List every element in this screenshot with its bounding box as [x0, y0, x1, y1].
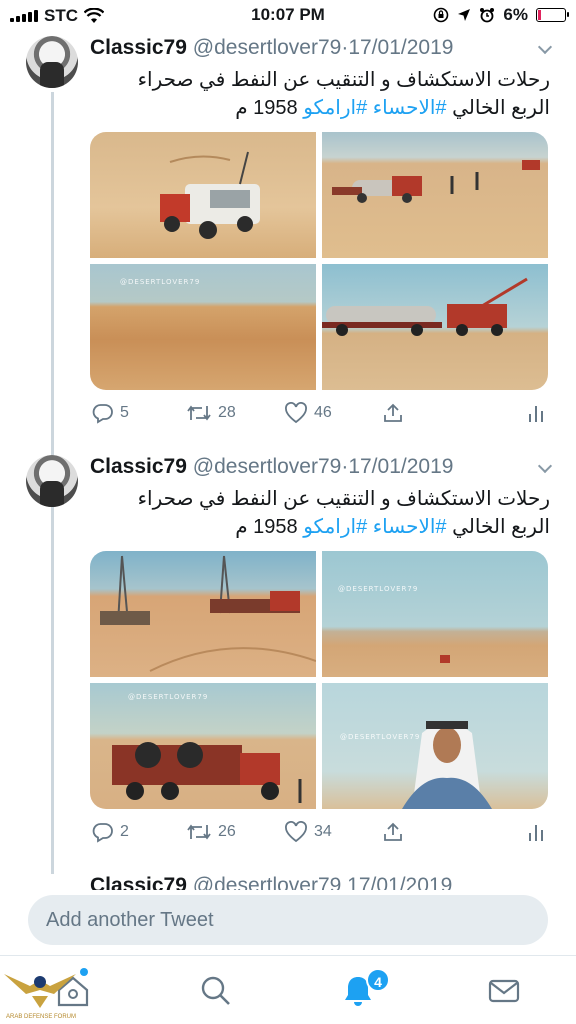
media-grid[interactable]: @DESERTLOVER79	[90, 132, 548, 390]
alarm-icon	[480, 8, 495, 23]
user-handle[interactable]: @desertlover79	[193, 36, 342, 59]
status-right: 6%	[433, 5, 569, 25]
tweet-text-prefix: الربع الخالي	[446, 516, 550, 538]
retweet-icon	[187, 405, 211, 421]
chevron-down-icon[interactable]	[537, 458, 553, 474]
search-icon	[201, 976, 230, 1005]
avatar[interactable]	[26, 36, 78, 88]
reply-icon	[92, 823, 113, 843]
retweet-icon	[187, 824, 211, 840]
eagle-logo-icon	[4, 974, 76, 1008]
photo-dunes[interactable]: @DESERTLOVER79	[90, 264, 316, 390]
photo-truck-in-sand[interactable]	[90, 132, 316, 258]
photo-desert-plain[interactable]: @DESERTLOVER79	[322, 551, 548, 677]
tweet-text-line-2: الربع الخالي #الاحساء #ارامكو 1958 م	[88, 94, 550, 122]
reply-button[interactable]: 5	[92, 402, 129, 424]
photo-convoy[interactable]	[322, 132, 548, 258]
display-name[interactable]: Classic79	[90, 455, 187, 478]
battery-icon	[536, 8, 569, 22]
tweet-date: 17/01/2019	[347, 874, 453, 890]
add-tweet-placeholder: Add another Tweet	[46, 909, 214, 931]
location-icon	[458, 9, 471, 21]
share-button[interactable]	[382, 402, 404, 424]
share-icon	[384, 822, 402, 841]
analytics-icon	[529, 406, 543, 422]
like-button[interactable]: 46	[284, 402, 332, 424]
tweet-text-line-1: رحلات الاستكشاف و التنقيب عن النفط في صح…	[137, 69, 550, 91]
watermark: @DESERTLOVER79	[128, 693, 209, 701]
tweet-date: 17/01/2019	[348, 455, 454, 478]
tweet-header: Classic79 @desertlover79·17/01/2019	[90, 455, 560, 481]
retweet-button[interactable]: 26	[186, 821, 236, 843]
home-new-dot	[80, 968, 88, 976]
tweet[interactable]: Classic79 @desertlover79·17/01/2019 رحلا…	[0, 36, 576, 446]
tweet-text-line-1: رحلات الاستكشاف و التنقيب عن النفط في صح…	[137, 488, 550, 510]
like-count: 46	[314, 404, 332, 421]
share-button[interactable]	[382, 821, 404, 843]
analytics-button[interactable]	[526, 821, 546, 843]
tab-bar: 4	[0, 955, 576, 1024]
battery-percent: 6%	[503, 5, 528, 24]
next-tweet-header: Classic79 @desertlover79 17/01/2019	[90, 874, 452, 890]
tweet[interactable]: Classic79 @desertlover79·17/01/2019 رحلا…	[0, 455, 576, 865]
heart-icon	[285, 402, 307, 424]
reply-icon	[92, 404, 113, 424]
status-bar: STC 10:07 PM 6%	[0, 0, 576, 30]
photo-drilling-rigs[interactable]	[90, 551, 316, 677]
forum-logo-text: ARAB DEFENSE FORUM	[5, 1014, 76, 1020]
watermark: @DESERTLOVER79	[120, 278, 201, 286]
display-name: Classic79	[90, 874, 187, 890]
watermark: @DESERTLOVER79	[340, 733, 421, 741]
messages-icon	[488, 979, 520, 1003]
tweet-actions: 5 28 46	[90, 402, 550, 430]
tweet-text-prefix: الربع الخالي	[446, 97, 550, 119]
user-handle: @desertlover79	[192, 874, 342, 890]
tweet-actions: 2 26 34	[90, 821, 550, 849]
tab-search[interactable]	[198, 974, 238, 1010]
tweet-text-line-2: الربع الخالي #الاحساء #ارامكو 1958 م	[88, 513, 550, 541]
tweet-text: رحلات الاستكشاف و التنقيب عن النفط في صح…	[88, 485, 550, 541]
tweet-text-suffix: 1958 م	[235, 516, 304, 538]
add-tweet-input[interactable]: Add another Tweet	[28, 895, 548, 945]
photo-portrait-man[interactable]: @DESERTLOVER79	[322, 683, 548, 809]
chevron-down-icon[interactable]	[537, 39, 553, 55]
analytics-button[interactable]	[526, 402, 546, 424]
orientation-lock-icon	[434, 7, 449, 23]
like-button[interactable]: 34	[284, 821, 332, 843]
hashtags[interactable]: #الاحساء #ارامكو	[303, 97, 446, 119]
next-tweet-peek[interactable]: Classic79 @desertlover79 17/01/2019	[0, 874, 576, 890]
retweet-count: 28	[218, 404, 236, 421]
tweet-text: رحلات الاستكشاف و التنقيب عن النفط في صح…	[88, 66, 550, 122]
tab-messages[interactable]	[486, 974, 526, 1010]
photo-crane-truck[interactable]	[322, 264, 548, 390]
reply-count: 2	[120, 823, 129, 840]
heart-icon	[285, 821, 307, 843]
retweet-count: 26	[218, 823, 236, 840]
tweet-text-suffix: 1958 م	[235, 97, 304, 119]
analytics-icon	[529, 825, 543, 841]
hashtags[interactable]: #الاحساء #ارامكو	[303, 516, 446, 538]
media-grid[interactable]: @DESERTLOVER79 @DESERTLOVER79 @DESERTLOV…	[90, 551, 548, 809]
tweet-header: Classic79 @desertlover79·17/01/2019	[90, 36, 560, 62]
retweet-button[interactable]: 28	[186, 402, 236, 424]
watermark: @DESERTLOVER79	[338, 585, 419, 593]
like-count: 34	[314, 823, 332, 840]
share-icon	[384, 403, 402, 422]
photo-loaded-truck[interactable]: @DESERTLOVER79	[90, 683, 316, 809]
reply-count: 5	[120, 404, 129, 421]
tweet-date: 17/01/2019	[348, 36, 454, 59]
avatar[interactable]	[26, 455, 78, 507]
display-name[interactable]: Classic79	[90, 36, 187, 59]
reply-button[interactable]: 2	[92, 821, 129, 843]
notifications-badge: 4	[366, 968, 390, 992]
user-handle[interactable]: @desertlover79	[193, 455, 342, 478]
